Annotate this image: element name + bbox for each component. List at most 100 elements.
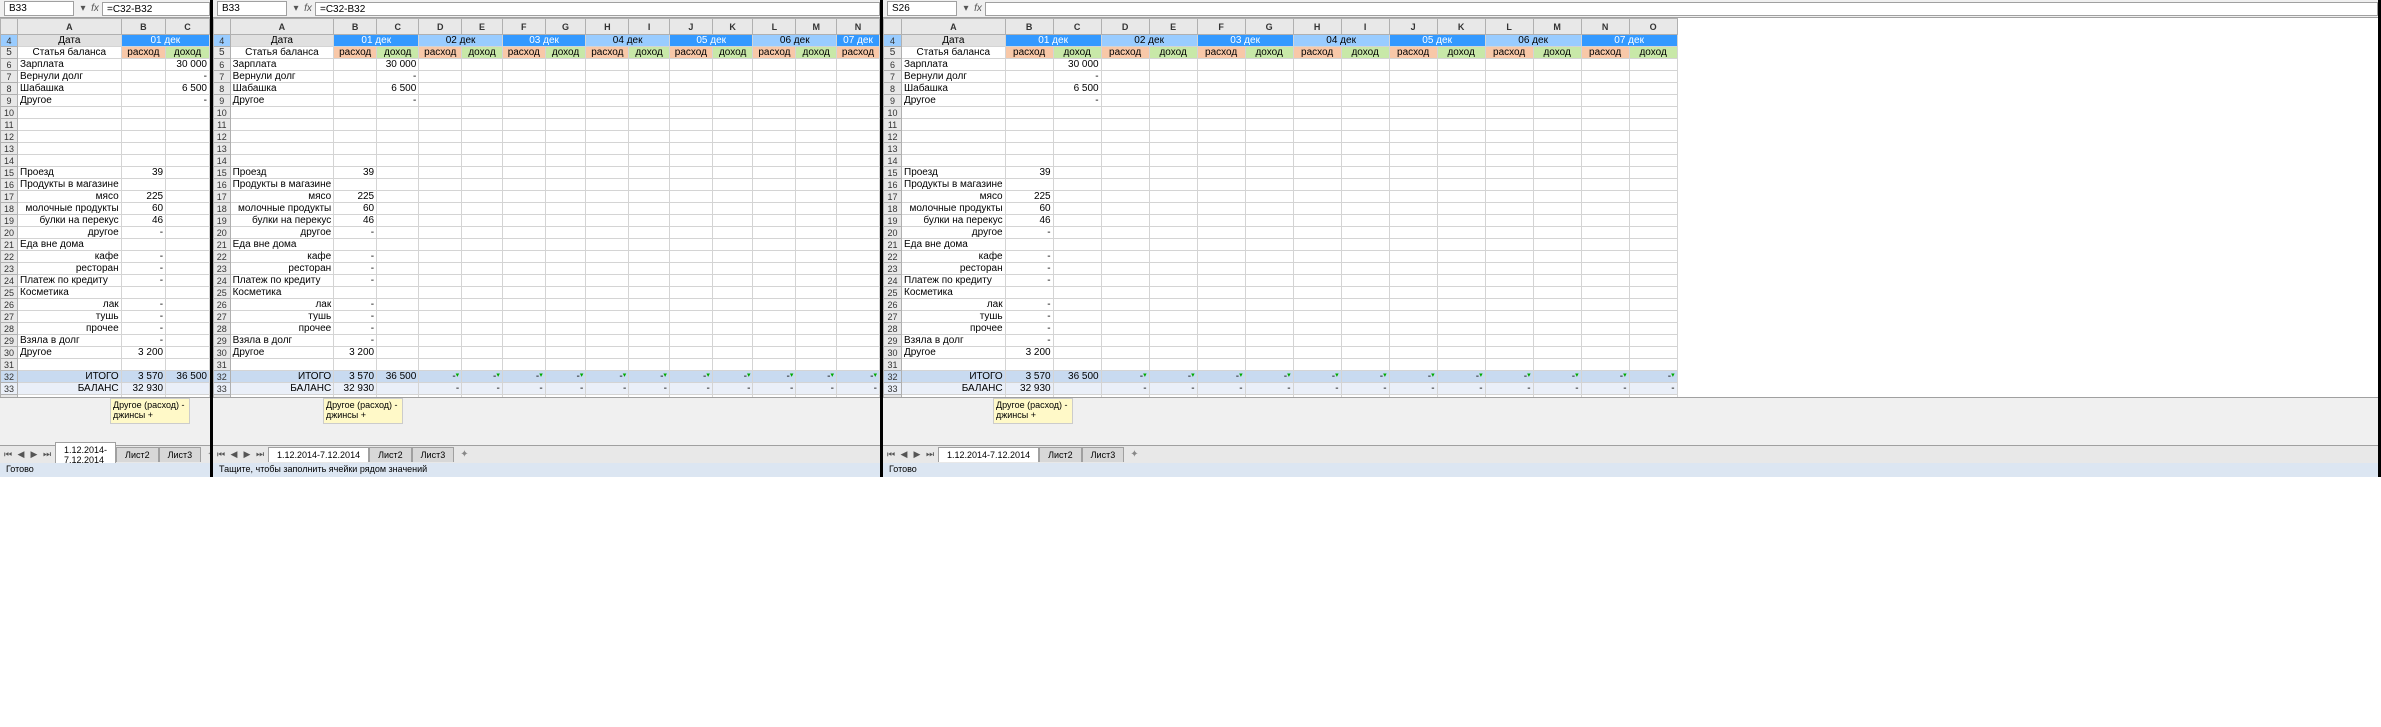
cell-B4[interactable]: 01 дек <box>121 35 209 47</box>
cell-B27[interactable]: - <box>121 311 165 323</box>
cell-H15[interactable] <box>586 167 629 179</box>
cell-J8[interactable] <box>669 83 712 95</box>
cell-L17[interactable] <box>1485 191 1533 203</box>
cell-M32[interactable]: ▾- <box>1533 371 1581 383</box>
cell-B31[interactable] <box>121 359 165 371</box>
cell-G11[interactable] <box>545 119 586 131</box>
col-header-A[interactable]: A <box>230 19 334 35</box>
cell-B34[interactable] <box>1005 395 1053 398</box>
cell-M28[interactable] <box>796 323 837 335</box>
cell-B4[interactable]: 01 дек <box>1005 35 1101 47</box>
cell-I6[interactable] <box>1341 59 1389 71</box>
cell-H26[interactable] <box>586 299 629 311</box>
cell-A8[interactable]: Шабашка <box>230 83 334 95</box>
cell-B15[interactable]: 39 <box>1005 167 1053 179</box>
sheet-tab-1[interactable]: Лист2 <box>369 447 412 462</box>
cell-M26[interactable] <box>1533 299 1581 311</box>
cell-M8[interactable] <box>796 83 837 95</box>
cell-D29[interactable] <box>419 335 462 347</box>
cell-E21[interactable] <box>1149 239 1197 251</box>
cell-E13[interactable] <box>462 143 503 155</box>
cell-A34[interactable] <box>902 395 1006 398</box>
cell-N22[interactable] <box>1581 251 1629 263</box>
cell-N34[interactable] <box>837 395 880 398</box>
cell-B11[interactable] <box>121 119 165 131</box>
cell-K8[interactable] <box>1437 83 1485 95</box>
cell-B32[interactable]: 3 570 <box>1005 371 1053 383</box>
cell-O8[interactable] <box>1629 83 1677 95</box>
cell-A23[interactable]: ресторан <box>230 263 334 275</box>
cell-H6[interactable] <box>1293 59 1341 71</box>
cell-H6[interactable] <box>586 59 629 71</box>
cell-N20[interactable] <box>1581 227 1629 239</box>
cell-C18[interactable] <box>377 203 419 215</box>
cell-K23[interactable] <box>1437 263 1485 275</box>
cell-F4[interactable]: 03 дек <box>1197 35 1293 47</box>
cell-A29[interactable]: Взяла в долг <box>18 335 122 347</box>
cell-G10[interactable] <box>1245 107 1293 119</box>
cell-F6[interactable] <box>502 59 545 71</box>
cell-E5[interactable]: доход <box>462 47 503 59</box>
cell-E5[interactable]: доход <box>1149 47 1197 59</box>
row-header-16[interactable]: 16 <box>1 179 18 191</box>
cell-D18[interactable] <box>419 203 462 215</box>
cell-J9[interactable] <box>669 95 712 107</box>
row-header-15[interactable]: 15 <box>214 167 231 179</box>
cell-M28[interactable] <box>1533 323 1581 335</box>
cell-C5[interactable]: доход <box>1053 47 1101 59</box>
cell-H18[interactable] <box>586 203 629 215</box>
cell-O6[interactable] <box>1629 59 1677 71</box>
cell-N19[interactable] <box>1581 215 1629 227</box>
cell-J7[interactable] <box>669 71 712 83</box>
cell-B25[interactable] <box>121 287 165 299</box>
cell-D22[interactable] <box>419 251 462 263</box>
cell-I34[interactable] <box>629 395 670 398</box>
cell-A7[interactable]: Вернули долг <box>18 71 122 83</box>
cell-O21[interactable] <box>1629 239 1677 251</box>
cell-G19[interactable] <box>545 215 586 227</box>
cell-A10[interactable] <box>230 107 334 119</box>
row-header-19[interactable]: 19 <box>1 215 18 227</box>
cell-A15[interactable]: Проезд <box>18 167 122 179</box>
row-header-27[interactable]: 27 <box>214 311 231 323</box>
sheet-tab-2[interactable]: Лист3 <box>1082 447 1125 462</box>
row-header-34[interactable]: 34 <box>1 395 18 398</box>
cell-E34[interactable] <box>462 395 503 398</box>
cell-K28[interactable] <box>1437 323 1485 335</box>
cell-N10[interactable] <box>1581 107 1629 119</box>
cell-J21[interactable] <box>669 239 712 251</box>
fx-icon[interactable]: fx <box>971 3 985 14</box>
cell-M8[interactable] <box>1533 83 1581 95</box>
cell-G7[interactable] <box>545 71 586 83</box>
cell-C17[interactable] <box>377 191 419 203</box>
row-header-7[interactable]: 7 <box>1 71 18 83</box>
cell-F19[interactable] <box>502 215 545 227</box>
cell-M32[interactable]: ▾- <box>796 371 837 383</box>
cell-F8[interactable] <box>502 83 545 95</box>
cell-K19[interactable] <box>712 215 753 227</box>
cell-M16[interactable] <box>1533 179 1581 191</box>
cell-O11[interactable] <box>1629 119 1677 131</box>
cell-O29[interactable] <box>1629 335 1677 347</box>
cell-C16[interactable] <box>166 179 210 191</box>
cell-J19[interactable] <box>1389 215 1437 227</box>
cell-B16[interactable] <box>121 179 165 191</box>
cell-F28[interactable] <box>1197 323 1245 335</box>
cell-K29[interactable] <box>1437 335 1485 347</box>
cell-J10[interactable] <box>669 107 712 119</box>
cell-C8[interactable]: 6 500 <box>377 83 419 95</box>
cell-K15[interactable] <box>1437 167 1485 179</box>
cell-I20[interactable] <box>629 227 670 239</box>
cell-L16[interactable] <box>1485 179 1533 191</box>
cell-A33[interactable]: БАЛАНС <box>902 383 1006 395</box>
cell-G28[interactable] <box>545 323 586 335</box>
cell-O15[interactable] <box>1629 167 1677 179</box>
cell-E30[interactable] <box>462 347 503 359</box>
cell-B13[interactable] <box>121 143 165 155</box>
cell-E21[interactable] <box>462 239 503 251</box>
cell-A15[interactable]: Проезд <box>230 167 334 179</box>
cell-F33[interactable]: - <box>1197 383 1245 395</box>
cell-K10[interactable] <box>1437 107 1485 119</box>
cell-N31[interactable] <box>1581 359 1629 371</box>
cell-C8[interactable]: 6 500 <box>1053 83 1101 95</box>
